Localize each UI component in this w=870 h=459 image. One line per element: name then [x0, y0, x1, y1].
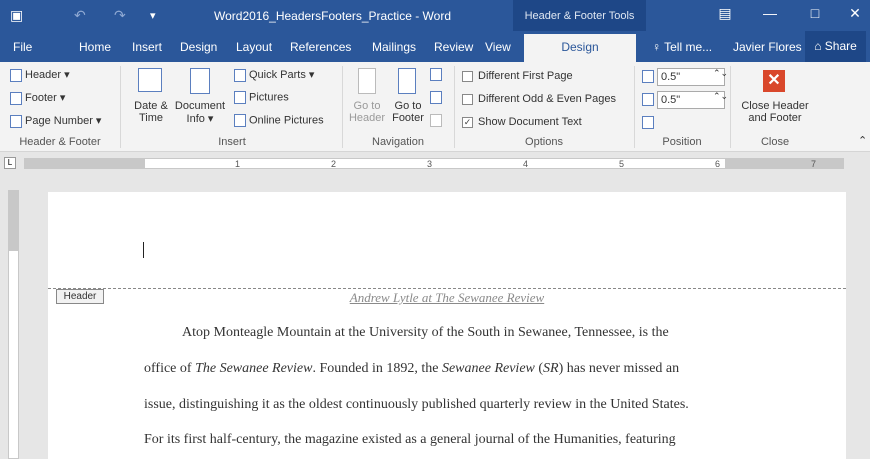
quick-parts-button[interactable]: Quick Parts ▾ [234, 68, 314, 82]
customize-qat-icon[interactable]: ▾ [150, 9, 156, 22]
header-footer-tools-label: Header & Footer Tools [513, 0, 646, 31]
tab-view[interactable]: View [485, 40, 511, 54]
group-label-options: Options [525, 136, 563, 148]
close-header-footer-button[interactable]: Close Header and Footer [736, 100, 814, 124]
ruler-number: 6 [715, 159, 721, 169]
online-pictures-icon [234, 114, 246, 127]
tab-mailings[interactable]: Mailings [372, 40, 416, 54]
tab-layout[interactable]: Layout [236, 40, 272, 54]
header-text[interactable]: Andrew Lytle at The Sewanee Review [48, 290, 846, 306]
checkbox-unchecked-icon [462, 93, 473, 105]
ruler-number: 4 [523, 159, 529, 169]
ribbon-display-options-icon[interactable]: ▤ [710, 5, 740, 22]
horizontal-ruler: L 1 2 3 4 5 6 7 [0, 152, 870, 174]
ruler-margin-left [25, 159, 145, 168]
tab-insert[interactable]: Insert [132, 40, 162, 54]
ruler-number: 5 [619, 159, 625, 169]
ruler-bar[interactable]: 1 2 3 4 5 6 7 [24, 158, 844, 169]
close-window-icon[interactable]: ✕ [840, 5, 870, 22]
group-label-insert: Insert [218, 136, 246, 148]
header-from-top-spinner[interactable]: 0.5" ⌃⌄ [657, 68, 728, 86]
tell-me-search[interactable]: ♀ Tell me... [652, 40, 712, 54]
header-boundary-line [48, 288, 846, 289]
tab-selector[interactable]: L [4, 157, 16, 169]
header-position-icon [642, 70, 654, 83]
show-document-text-checkbox[interactable]: ✓ Show Document Text [462, 116, 582, 128]
title-bar: ▣ ↶ ↷ ▾ Word2016_HeadersFooters_Practice… [0, 0, 870, 31]
document-info-icon [190, 68, 210, 94]
tab-design[interactable]: Design [180, 40, 217, 54]
save-icon[interactable]: ▣ [10, 7, 23, 24]
ruler-number: 2 [331, 159, 337, 169]
body-line-2[interactable]: office of The Sewanee Review. Founded in… [144, 361, 679, 377]
ribbon: Header ▾ Footer ▾ Page Number ▾ Header &… [0, 62, 870, 152]
group-divider [454, 66, 455, 148]
footer-from-bottom-spinner[interactable]: 0.5" ⌃⌄ [657, 91, 728, 109]
body-line-4[interactable]: For its first half-century, the magazine… [144, 432, 676, 448]
footer-icon [10, 91, 22, 105]
share-button[interactable]: ⌂ Share [805, 31, 866, 62]
checkbox-checked-icon: ✓ [462, 116, 473, 128]
different-odd-even-checkbox[interactable]: Different Odd & Even Pages [462, 93, 616, 105]
body-line-1[interactable]: Atop Monteagle Mountain at the Universit… [182, 325, 669, 341]
tab-home[interactable]: Home [79, 40, 111, 54]
ruler-number: 7 [811, 159, 817, 169]
spinner-arrows-icon[interactable]: ⌃⌄ [713, 69, 728, 78]
footer-button[interactable]: Footer ▾ [10, 91, 65, 105]
pictures-button[interactable]: Pictures [234, 91, 289, 104]
group-divider [342, 66, 343, 148]
tab-references[interactable]: References [290, 40, 351, 54]
page-number-button[interactable]: Page Number ▾ [10, 114, 101, 128]
tab-file[interactable]: File [13, 40, 32, 54]
page-number-icon [10, 114, 22, 128]
group-divider [120, 66, 121, 148]
spinner-arrows-icon[interactable]: ⌃⌄ [713, 92, 728, 101]
ruler-margin-right [725, 159, 843, 168]
quick-parts-icon [234, 68, 246, 82]
group-label-close: Close [760, 136, 790, 148]
ribbon-tab-row: File Home Insert Design Layout Reference… [0, 31, 870, 62]
tab-header-footer-design[interactable]: Design [524, 34, 636, 62]
vertical-ruler-margin [9, 191, 18, 251]
redo-icon[interactable]: ↷ [114, 7, 126, 24]
previous-section-icon[interactable] [430, 68, 442, 81]
ruler-number: 1 [235, 159, 241, 169]
header-icon [10, 68, 22, 82]
group-label-header-footer: Header & Footer [19, 136, 101, 148]
minimize-icon[interactable]: — [755, 5, 785, 21]
group-label-navigation: Navigation [372, 136, 424, 148]
pictures-icon [234, 91, 246, 104]
group-label-position: Position [662, 136, 702, 148]
go-to-footer-button[interactable]: Go to Footer [388, 100, 428, 124]
group-divider [730, 66, 731, 148]
undo-icon[interactable]: ↶ [74, 7, 86, 24]
tab-review[interactable]: Review [434, 40, 473, 54]
go-to-footer-icon [398, 68, 416, 94]
checkbox-unchecked-icon [462, 70, 473, 82]
next-section-icon[interactable] [430, 91, 442, 104]
date-time-button[interactable]: Date & Time [131, 100, 171, 124]
window-title: Word2016_HeadersFooters_Practice - Word [214, 9, 451, 23]
insert-alignment-tab-icon[interactable] [642, 116, 654, 129]
go-to-header-icon [358, 68, 376, 94]
header-button[interactable]: Header ▾ [10, 68, 70, 82]
footer-position-icon [642, 93, 654, 106]
close-header-footer-icon[interactable]: ✕ [763, 70, 785, 92]
calendar-icon [138, 68, 162, 92]
ruler-number: 3 [427, 159, 433, 169]
user-account[interactable]: Javier Flores [733, 40, 802, 54]
link-to-previous-icon[interactable] [430, 114, 442, 127]
different-first-page-checkbox[interactable]: Different First Page [462, 70, 573, 82]
collapse-ribbon-icon[interactable]: ⌃ [858, 134, 867, 147]
document-info-button[interactable]: Document Info ▾ [174, 100, 226, 125]
vertical-ruler[interactable] [8, 190, 19, 459]
body-line-3[interactable]: issue, distinguishing it as the oldest c… [144, 397, 689, 413]
maximize-icon[interactable]: □ [800, 5, 830, 21]
group-divider [634, 66, 635, 148]
document-page[interactable]: Header Andrew Lytle at The Sewanee Revie… [48, 192, 846, 459]
text-cursor [143, 242, 144, 258]
online-pictures-button[interactable]: Online Pictures [234, 114, 324, 127]
go-to-header-button[interactable]: Go to Header [347, 100, 387, 124]
